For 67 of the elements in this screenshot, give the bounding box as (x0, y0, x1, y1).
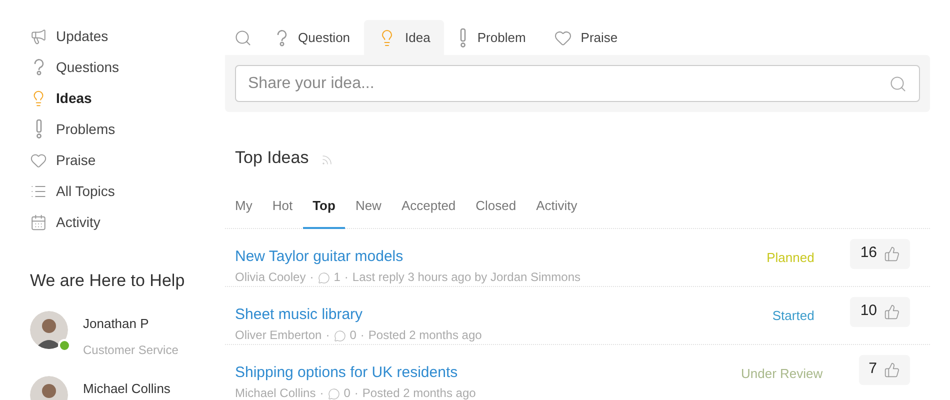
comment-icon (318, 272, 330, 284)
agent-name: Michael Collins (83, 380, 170, 398)
comment-count: 0 (344, 387, 350, 400)
filter-tab[interactable]: Closed (466, 184, 526, 228)
vote-button[interactable]: 10 (850, 296, 910, 326)
filter-tab[interactable]: Hot (262, 184, 303, 228)
post-type-tab[interactable]: Praise (540, 20, 632, 55)
exclamation-icon (458, 28, 468, 48)
comment-count: 1 (334, 271, 340, 284)
question-icon (32, 58, 46, 76)
search-icon (234, 28, 252, 46)
vote-button[interactable]: 7 (858, 354, 910, 384)
sidebar-item[interactable]: Problems (30, 118, 225, 140)
sidebar-item[interactable]: Activity (30, 211, 225, 233)
separator: · (354, 387, 358, 400)
topic-activity: Last reply 3 hours ago by Jordan Simmons (352, 271, 581, 284)
sidebar-item[interactable]: Questions (30, 56, 225, 78)
separator: · (344, 271, 348, 284)
filter-tab[interactable]: My (225, 184, 262, 228)
avatar (30, 310, 68, 348)
comment-icon (328, 388, 340, 400)
heart-icon (554, 28, 572, 46)
thumbs-up-icon (884, 362, 900, 378)
topic-author: Michael Collins (235, 387, 316, 400)
megaphone-icon (30, 28, 47, 44)
filter-tab[interactable]: Activity (526, 184, 588, 228)
thumbs-up-icon (884, 246, 900, 262)
sidebar-item[interactable]: Praise (30, 149, 225, 171)
filter-tab[interactable]: Accepted (391, 184, 466, 228)
exclamation-icon (34, 119, 44, 139)
separator: · (320, 387, 324, 400)
comment-count: 0 (350, 329, 356, 342)
comment-icon (334, 330, 346, 342)
vote-button[interactable]: 16 (850, 238, 910, 268)
separator: · (310, 271, 314, 284)
post-type-tab[interactable]: Idea (364, 20, 444, 55)
sidebar-item[interactable]: All Topics (30, 180, 225, 202)
help-heading: We are Here to Help (30, 270, 186, 292)
topic-title[interactable]: New Taylor guitar models (235, 246, 767, 268)
sidebar-item[interactable]: Updates (30, 25, 225, 47)
topic-status: Under Review (741, 364, 823, 382)
sidebar-item[interactable]: Ideas (30, 87, 225, 109)
topic-author: Oliver Emberton (235, 329, 322, 342)
agent-name: Jonathan P (83, 314, 150, 332)
topic-activity: Posted 2 months ago (368, 329, 482, 342)
question-icon (275, 28, 289, 46)
thumbs-up-icon (884, 304, 900, 320)
filter-tab[interactable]: New (345, 184, 392, 228)
separator: · (326, 329, 330, 342)
topic-status: Planned (766, 248, 814, 266)
search-field[interactable]: Share your idea... (235, 65, 920, 102)
filter-tab[interactable]: Top (302, 184, 346, 228)
topic-title[interactable]: Sheet music library (235, 304, 772, 326)
search-icon (889, 74, 907, 92)
calendar-icon (30, 214, 47, 230)
idea-input[interactable]: Share your idea... (248, 72, 889, 96)
topic-activity: Posted 2 months ago (362, 387, 476, 400)
topic-status: Started (772, 306, 814, 324)
section-title: Top Ideas (235, 147, 309, 169)
separator: · (360, 329, 364, 342)
heart-icon (30, 152, 47, 168)
post-type-tab[interactable]: Problem (444, 20, 540, 55)
post-type-tab[interactable]: Question (261, 20, 364, 55)
rss-icon[interactable] (320, 154, 333, 166)
topic-author: Olivia Cooley (235, 271, 306, 284)
agent-role: Customer Service (83, 342, 178, 359)
topic-title[interactable]: Shipping options for UK residents (235, 362, 741, 384)
